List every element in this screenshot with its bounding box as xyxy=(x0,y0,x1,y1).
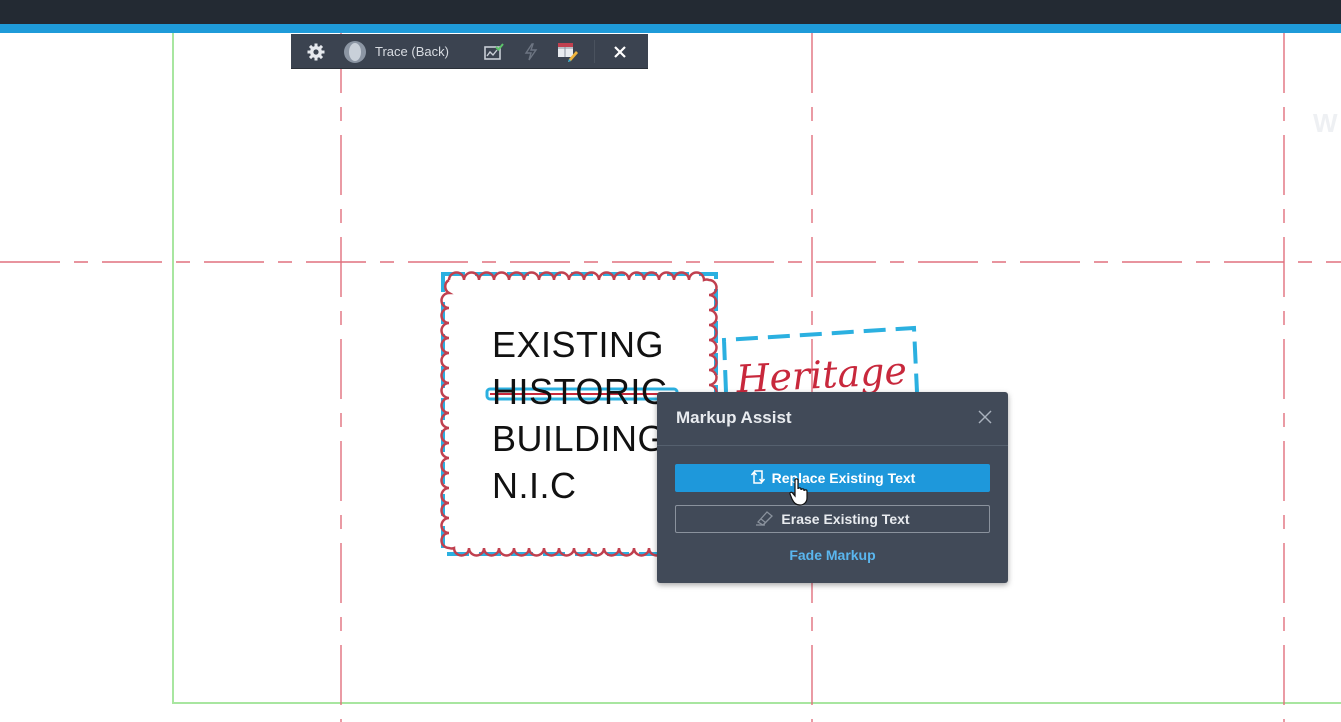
close-icon[interactable] xyxy=(609,34,631,69)
trace-toolbar: Trace (Back) xyxy=(291,34,648,69)
chart-check-icon[interactable] xyxy=(483,34,505,69)
window-title-bar xyxy=(0,0,1341,24)
dialog-divider xyxy=(657,445,1008,446)
user-avatar-icon[interactable] xyxy=(342,34,368,69)
accent-bar xyxy=(0,24,1341,33)
drawing-canvas[interactable]: Heritage EXISTING HISTORIC BUILDING N.I.… xyxy=(0,33,1341,722)
note-line-existing: EXISTING xyxy=(492,324,665,365)
eraser-icon xyxy=(755,510,775,529)
erase-existing-text-button[interactable]: Erase Existing Text xyxy=(675,505,990,533)
dialog-title: Markup Assist xyxy=(676,408,792,427)
drawing-svg: Heritage xyxy=(0,33,1341,722)
toolbar-separator xyxy=(594,40,595,63)
erase-button-label: Erase Existing Text xyxy=(781,511,910,527)
markup-assist-dialog: Markup Assist Replace Existing Text Eras… xyxy=(657,392,1008,583)
note-line-historic: HISTORIC xyxy=(492,371,668,412)
replace-existing-text-button[interactable]: Replace Existing Text xyxy=(675,464,990,492)
close-icon[interactable] xyxy=(976,408,994,426)
replace-icon xyxy=(750,468,766,489)
hand-cursor-icon xyxy=(789,478,811,506)
trace-label[interactable]: Trace (Back) xyxy=(375,34,449,69)
watermark: W xyxy=(1313,108,1338,138)
markup-pencil-icon[interactable] xyxy=(556,34,580,69)
note-line-building: BUILDING xyxy=(492,418,667,459)
gear-icon[interactable] xyxy=(305,34,327,69)
fade-markup-link[interactable]: Fade Markup xyxy=(657,547,1008,563)
lightning-icon[interactable] xyxy=(521,34,541,69)
note-line-nic: N.I.C xyxy=(492,465,577,506)
